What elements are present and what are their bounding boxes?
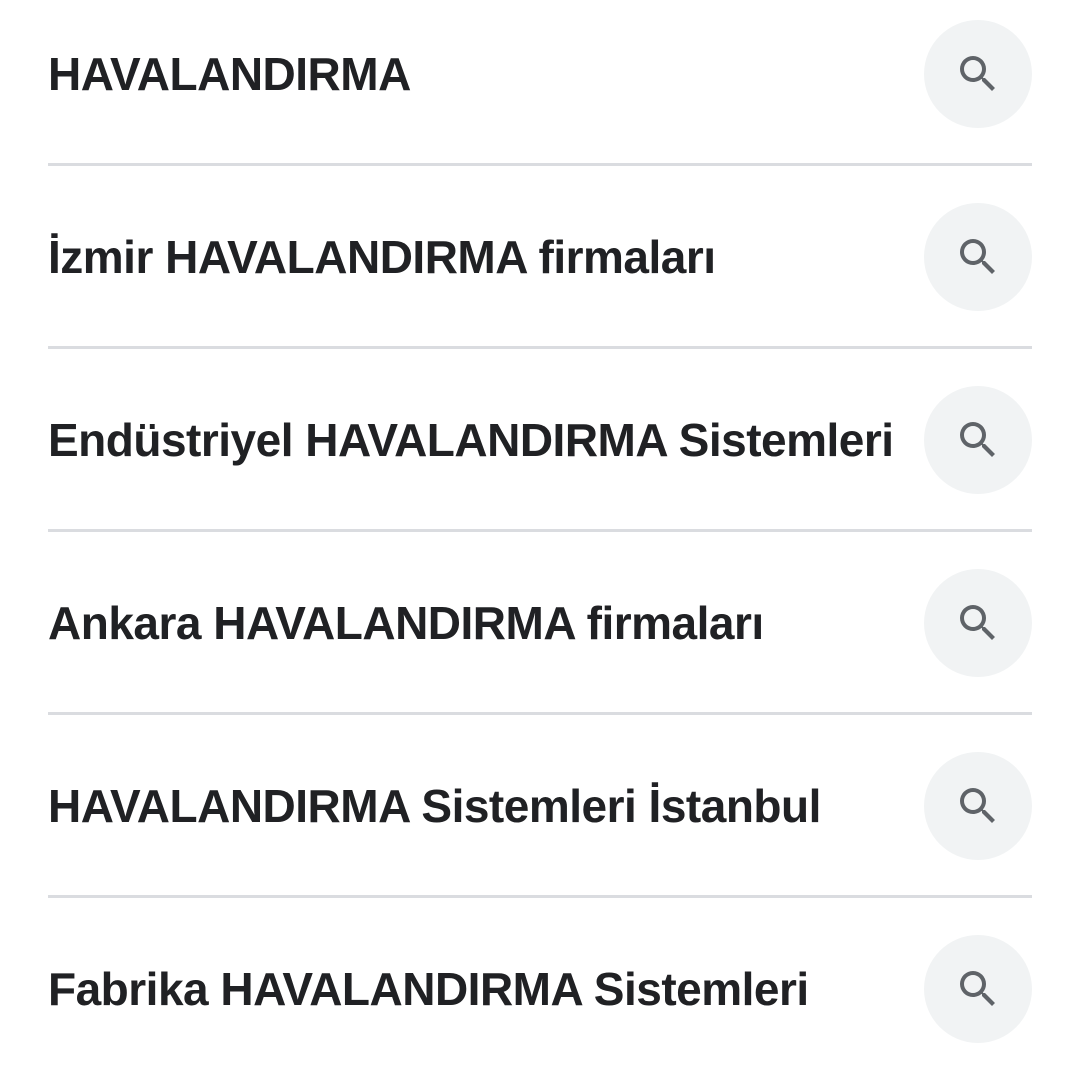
suggestion-label: İzmir HAVALANDIRMA firmaları bbox=[48, 230, 716, 283]
search-icon bbox=[960, 970, 995, 1006]
search-button[interactable] bbox=[924, 202, 1032, 311]
suggestion-item[interactable]: HAVALANDIRMA bbox=[48, 0, 1032, 165]
suggestion-label: Endüstriyel HAVALANDIRMA Sistemleri bbox=[48, 413, 894, 466]
suggestion-item[interactable]: İzmir HAVALANDIRMA firmaları bbox=[48, 165, 1032, 348]
suggestion-label: Ankara HAVALANDIRMA firmaları bbox=[48, 596, 764, 649]
search-icon bbox=[960, 55, 995, 91]
suggestion-label: HAVALANDIRMA bbox=[48, 47, 411, 100]
suggestion-item[interactable]: Fabrika HAVALANDIRMA Sistemleri bbox=[48, 897, 1032, 1080]
search-button[interactable] bbox=[924, 568, 1032, 677]
search-button[interactable] bbox=[924, 385, 1032, 494]
search-icon bbox=[960, 421, 995, 457]
suggestion-label: Fabrika HAVALANDIRMA Sistemleri bbox=[48, 962, 809, 1015]
search-button[interactable] bbox=[924, 751, 1032, 860]
suggestion-item[interactable]: Endüstriyel HAVALANDIRMA Sistemleri bbox=[48, 348, 1032, 531]
suggestion-item[interactable]: Ankara HAVALANDIRMA firmaları bbox=[48, 531, 1032, 714]
suggestion-list: HAVALANDIRMA İzmir HAVALANDIRMA firmalar… bbox=[0, 0, 1080, 1075]
suggestion-label: HAVALANDIRMA Sistemleri İstanbul bbox=[48, 779, 821, 832]
search-button[interactable] bbox=[924, 19, 1032, 128]
suggestion-item[interactable]: HAVALANDIRMA Sistemleri İstanbul bbox=[48, 714, 1032, 897]
search-button[interactable] bbox=[924, 934, 1032, 1043]
search-icon bbox=[960, 238, 995, 274]
search-icon bbox=[960, 787, 995, 823]
search-icon bbox=[960, 604, 995, 640]
